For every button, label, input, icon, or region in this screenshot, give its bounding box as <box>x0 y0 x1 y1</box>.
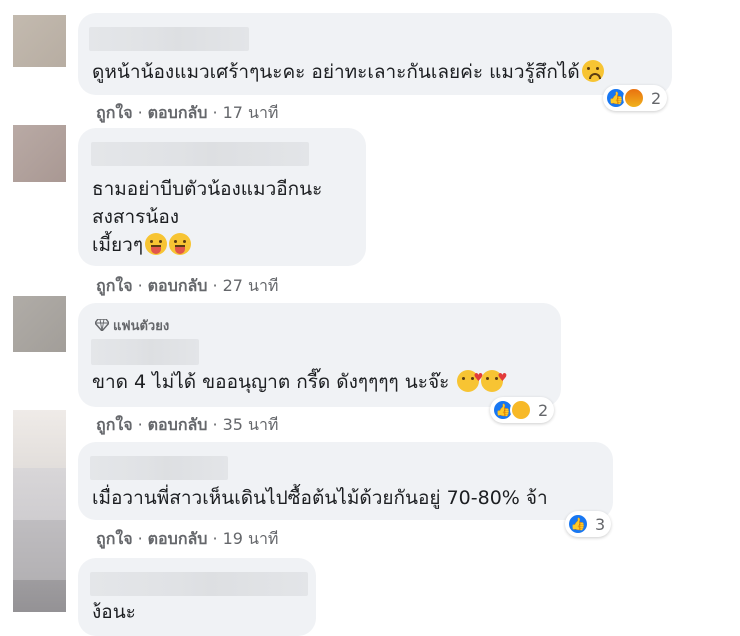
tongue-face-emoji <box>169 233 192 255</box>
frowning-face-emoji <box>581 60 604 82</box>
avatar[interactable] <box>13 296 66 352</box>
comment-timestamp[interactable]: 35 นาที <box>223 415 279 434</box>
comment-bubble: ง้อนะ <box>78 558 316 636</box>
reaction-count: 3 <box>595 514 606 534</box>
avatar[interactable] <box>13 125 66 182</box>
blurred-author-name[interactable] <box>90 572 308 596</box>
smiling-face-with-hearts-emoji <box>481 364 507 392</box>
comment-text: ง้อนะ <box>92 601 136 623</box>
blurred-author-name[interactable] <box>90 456 228 480</box>
reaction-summary[interactable]: 👍 3 <box>565 511 612 537</box>
like-button[interactable]: ถูกใจ <box>96 103 133 122</box>
like-icon: 👍 <box>567 513 589 535</box>
comment-actions: ถูกใจ · ตอบกลับ · 35 นาที <box>96 415 279 434</box>
comment-bubble: ธามอย่าบีบตัวน้องแมวอีกนะ สงสารน้อง เมี้… <box>78 128 366 266</box>
comment-timestamp[interactable]: 27 นาที <box>223 276 279 295</box>
avatar[interactable] <box>13 468 66 520</box>
top-fan-badge[interactable]: แฟนตัวยง <box>95 315 169 336</box>
smiling-face-with-hearts-emoji <box>457 364 483 392</box>
reply-button[interactable]: ตอบกลับ <box>148 529 208 548</box>
avatar[interactable] <box>13 520 66 580</box>
comment-bubble: แฟนตัวยง ขาด 4 ไม่ได้ ขออนุญาต กรี๊ด ดัง… <box>78 303 561 407</box>
avatar[interactable] <box>13 15 66 67</box>
comment-actions: ถูกใจ · ตอบกลับ · 17 นาที <box>96 103 279 122</box>
reply-button[interactable]: ตอบกลับ <box>148 103 208 122</box>
reaction-summary[interactable]: 👍 2 <box>603 85 668 111</box>
comment-text: เมื่อวานพี่สาวเห็นเดินไปซื้อต้นไม้ด้วยกั… <box>92 487 548 509</box>
haha-icon <box>510 399 532 421</box>
reply-button[interactable]: ตอบกลับ <box>148 276 208 295</box>
like-button[interactable]: ถูกใจ <box>96 415 133 434</box>
comment-text: ขาด 4 ไม่ได้ ขออนุญาต กรี๊ด ดังๆๆๆๆ นะจ๊… <box>92 364 507 396</box>
comment-text: ดูหน้าน้องแมวเศร้าๆนะคะ อย่าทะเลาะกันเลย… <box>92 58 604 86</box>
comment-text: ธามอย่าบีบตัวน้องแมวอีกนะ สงสารน้อง เมี้… <box>92 178 323 256</box>
reply-button[interactable]: ตอบกลับ <box>148 415 208 434</box>
blurred-author-name[interactable] <box>89 27 249 51</box>
like-button[interactable]: ถูกใจ <box>96 276 133 295</box>
avatar[interactable] <box>13 580 66 612</box>
comment-actions: ถูกใจ · ตอบกลับ · 27 นาที <box>96 276 279 295</box>
comment-bubble: เมื่อวานพี่สาวเห็นเดินไปซื้อต้นไม้ด้วยกั… <box>78 442 613 520</box>
comment-bubble: ดูหน้าน้องแมวเศร้าๆนะคะ อย่าทะเลาะกันเลย… <box>78 13 672 95</box>
comment-timestamp[interactable]: 17 นาที <box>223 103 279 122</box>
tongue-face-emoji <box>145 233 168 255</box>
reaction-count: 2 <box>651 88 662 108</box>
angry-icon <box>623 87 645 109</box>
blurred-author-name[interactable] <box>91 142 309 166</box>
reaction-count: 2 <box>538 400 549 420</box>
reaction-summary[interactable]: 👍 2 <box>490 397 555 423</box>
blurred-author-name[interactable] <box>91 339 199 365</box>
avatar[interactable] <box>13 410 66 468</box>
like-button[interactable]: ถูกใจ <box>96 529 133 548</box>
diamond-icon <box>95 319 109 331</box>
comment-actions: ถูกใจ · ตอบกลับ · 19 นาที <box>96 529 279 548</box>
comment-timestamp[interactable]: 19 นาที <box>223 529 279 548</box>
